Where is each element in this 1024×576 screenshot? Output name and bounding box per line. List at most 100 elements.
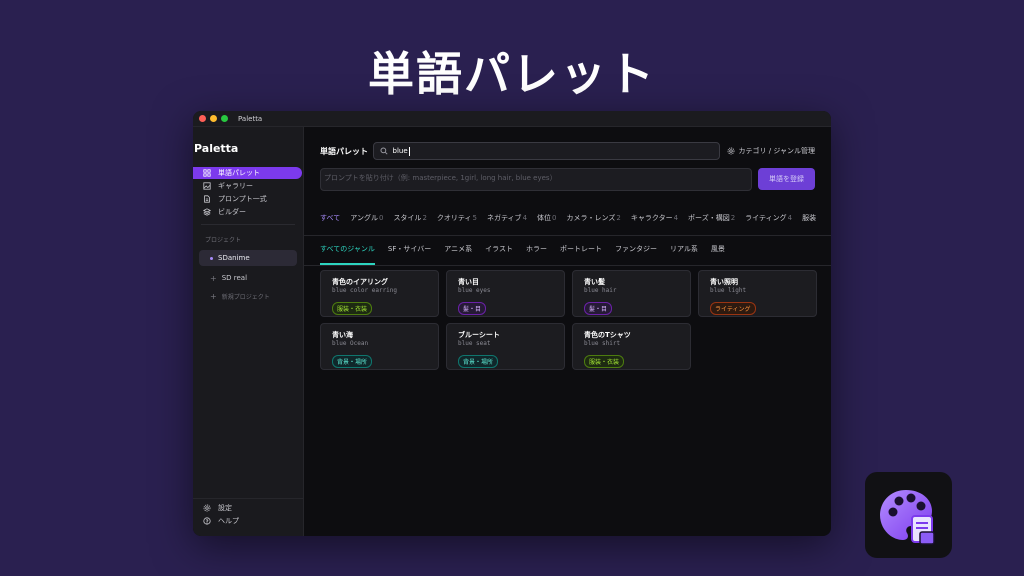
search-input[interactable]: blue (372, 142, 720, 160)
word-prompt: blue light (710, 287, 747, 294)
tab-negative[interactable]: ネガティブ4 (487, 213, 527, 225)
tabs-divider (304, 235, 831, 236)
sidebar-divider (201, 224, 295, 225)
tab-count: 0 (378, 214, 384, 222)
minimize-window-button[interactable] (210, 115, 217, 122)
register-word-button[interactable]: 単語を登録 (758, 168, 815, 190)
genres-divider (304, 265, 831, 266)
sidebar-item-label: ビルダー (218, 208, 246, 216)
word-card[interactable]: 青い照明 blue light ライティング (698, 270, 817, 317)
main-panel: 単語パレット blue カテゴリ / ジャンル管理 プロンプトを貼り付け（例: … (304, 127, 831, 536)
tab-count: 4 (522, 214, 528, 222)
sidebar-item-word-palette[interactable]: 単語パレット (193, 167, 302, 179)
category-tag: 髪・目 (458, 302, 487, 315)
genre-illustration[interactable]: イラスト (485, 244, 513, 256)
tab-count: 2 (616, 214, 621, 222)
tab-camera-lens[interactable]: カメラ・レンズ2 (567, 213, 621, 225)
word-prompt: blue hair (584, 287, 617, 294)
title-bar: Paletta (193, 111, 831, 127)
tab-count: 5 (472, 214, 477, 222)
sidebar-item-help[interactable]: ヘルプ (193, 515, 302, 527)
word-card[interactable]: 青色のTシャツ blue shirt 服装・衣装 (572, 323, 691, 370)
category-tag: 背景・場所 (458, 355, 499, 368)
genre-filter: すべてのジャンル SF・サイバー アニメ系 イラスト ホラー ポートレート ファ… (320, 244, 831, 265)
close-window-button[interactable] (199, 115, 206, 122)
sidebar-item-prompt-sets[interactable]: プロンプト一式 (193, 193, 302, 205)
sidebar-bottom: 設定 ヘルプ (193, 498, 303, 528)
tab-clothing[interactable]: 服装 (802, 213, 816, 225)
app-icon (865, 472, 952, 558)
palette-document-icon (879, 490, 935, 545)
category-tag: 背景・場所 (332, 355, 373, 368)
word-prompt: blue eyes (458, 287, 491, 294)
word-card[interactable]: 青い目 blue eyes 髪・目 (446, 270, 565, 317)
sidebar-item-gallery[interactable]: ギャラリー (193, 180, 302, 192)
layers-icon (203, 208, 211, 216)
word-title: 青い海 (332, 331, 353, 339)
genre-horror[interactable]: ホラー (526, 244, 547, 256)
page-title: 単語パレット (320, 146, 368, 156)
word-title: 青い照明 (710, 278, 738, 286)
tab-style[interactable]: スタイル2 (393, 213, 426, 225)
genre-fantasy[interactable]: ファンタジー (615, 244, 657, 256)
sidebar-item-settings[interactable]: 設定 (193, 502, 302, 514)
projects-section-label: プロジェクト (205, 237, 242, 244)
text-caret (408, 146, 410, 156)
project-item-sd-real[interactable]: + SD real (199, 270, 297, 286)
sidebar-item-label: ヘルプ (218, 517, 239, 525)
word-card[interactable]: 青い髪 blue hair 髪・目 (572, 270, 691, 317)
tab-quality[interactable]: クオリティ5 (437, 213, 477, 225)
word-title: ブルーシート (458, 331, 500, 339)
genre-realistic[interactable]: リアル系 (670, 244, 698, 256)
zoom-window-button[interactable] (221, 115, 228, 122)
word-prompt: blue Ocean (332, 340, 369, 347)
sidebar-item-label: ギャラリー (218, 182, 253, 190)
prompt-row: プロンプトを貼り付け（例: masterpiece, 1girl, long h… (320, 168, 815, 191)
word-prompt: blue seat (458, 340, 491, 347)
genre-landscape[interactable]: 風景 (711, 244, 725, 256)
category-tag: 服装・衣装 (332, 302, 373, 315)
tab-count: 2 (730, 214, 736, 222)
new-project-button[interactable]: + 新規プロジェクト (199, 288, 297, 304)
tab-label: 服装 (802, 214, 817, 222)
tab-label: ライティング (745, 214, 787, 222)
tab-position[interactable]: 体位0 (537, 213, 556, 225)
word-title: 青色のTシャツ (584, 331, 631, 339)
tab-label: アングル (350, 214, 378, 222)
plus-icon: + (210, 291, 217, 301)
prompt-placeholder: プロンプトを貼り付け（例: masterpiece, 1girl, long h… (324, 174, 557, 182)
genre-portrait[interactable]: ポートレート (560, 244, 602, 256)
tab-pose-composition[interactable]: ポーズ・構図2 (688, 213, 735, 225)
project-item-sdanime[interactable]: SDanime (199, 250, 297, 266)
tab-all[interactable]: すべて (320, 213, 340, 225)
tab-label: すべて (320, 214, 341, 222)
tab-lighting[interactable]: ライティング4 (745, 213, 792, 225)
word-prompt: blue shirt (584, 340, 621, 347)
tab-label: ネガティブ (486, 214, 522, 222)
search-icon (380, 147, 388, 155)
genre-all[interactable]: すべてのジャンル (320, 244, 375, 265)
tab-count: 2 (422, 214, 427, 222)
word-title: 青い目 (458, 278, 479, 286)
category-manage-label: カテゴリ / ジャンル管理 (738, 147, 815, 155)
tab-character[interactable]: キャラクター4 (631, 213, 678, 225)
gear-icon (203, 504, 211, 512)
sidebar-item-builder[interactable]: ビルダー (193, 206, 302, 218)
tab-label: カメラ・レンズ (566, 214, 616, 222)
word-card[interactable]: 青い海 blue Ocean 背景・場所 (320, 323, 439, 370)
image-icon (203, 182, 211, 190)
category-genre-manage-button[interactable]: カテゴリ / ジャンル管理 (727, 146, 815, 156)
hero-title: 単語パレット (368, 47, 656, 101)
word-card[interactable]: 青色のイアリング blue color earring 服装・衣装 (320, 270, 439, 317)
search-value: blue (392, 147, 408, 155)
tab-angle[interactable]: アングル0 (350, 213, 383, 225)
category-tag: 髪・目 (584, 302, 613, 315)
genre-anime[interactable]: アニメ系 (444, 244, 472, 256)
genre-sf-cyber[interactable]: SF・サイバー (388, 244, 431, 256)
sidebar-item-label: 設定 (218, 504, 232, 512)
tab-label: クオリティ (436, 214, 472, 222)
word-title: 青い髪 (584, 278, 605, 286)
app-window: Paletta Paletta 単語パレット ギャラリー プロンプト一式 ビルダ… (193, 111, 831, 536)
word-card[interactable]: ブルーシート blue seat 背景・場所 (446, 323, 565, 370)
prompt-paste-input[interactable]: プロンプトを貼り付け（例: masterpiece, 1girl, long h… (320, 168, 752, 191)
